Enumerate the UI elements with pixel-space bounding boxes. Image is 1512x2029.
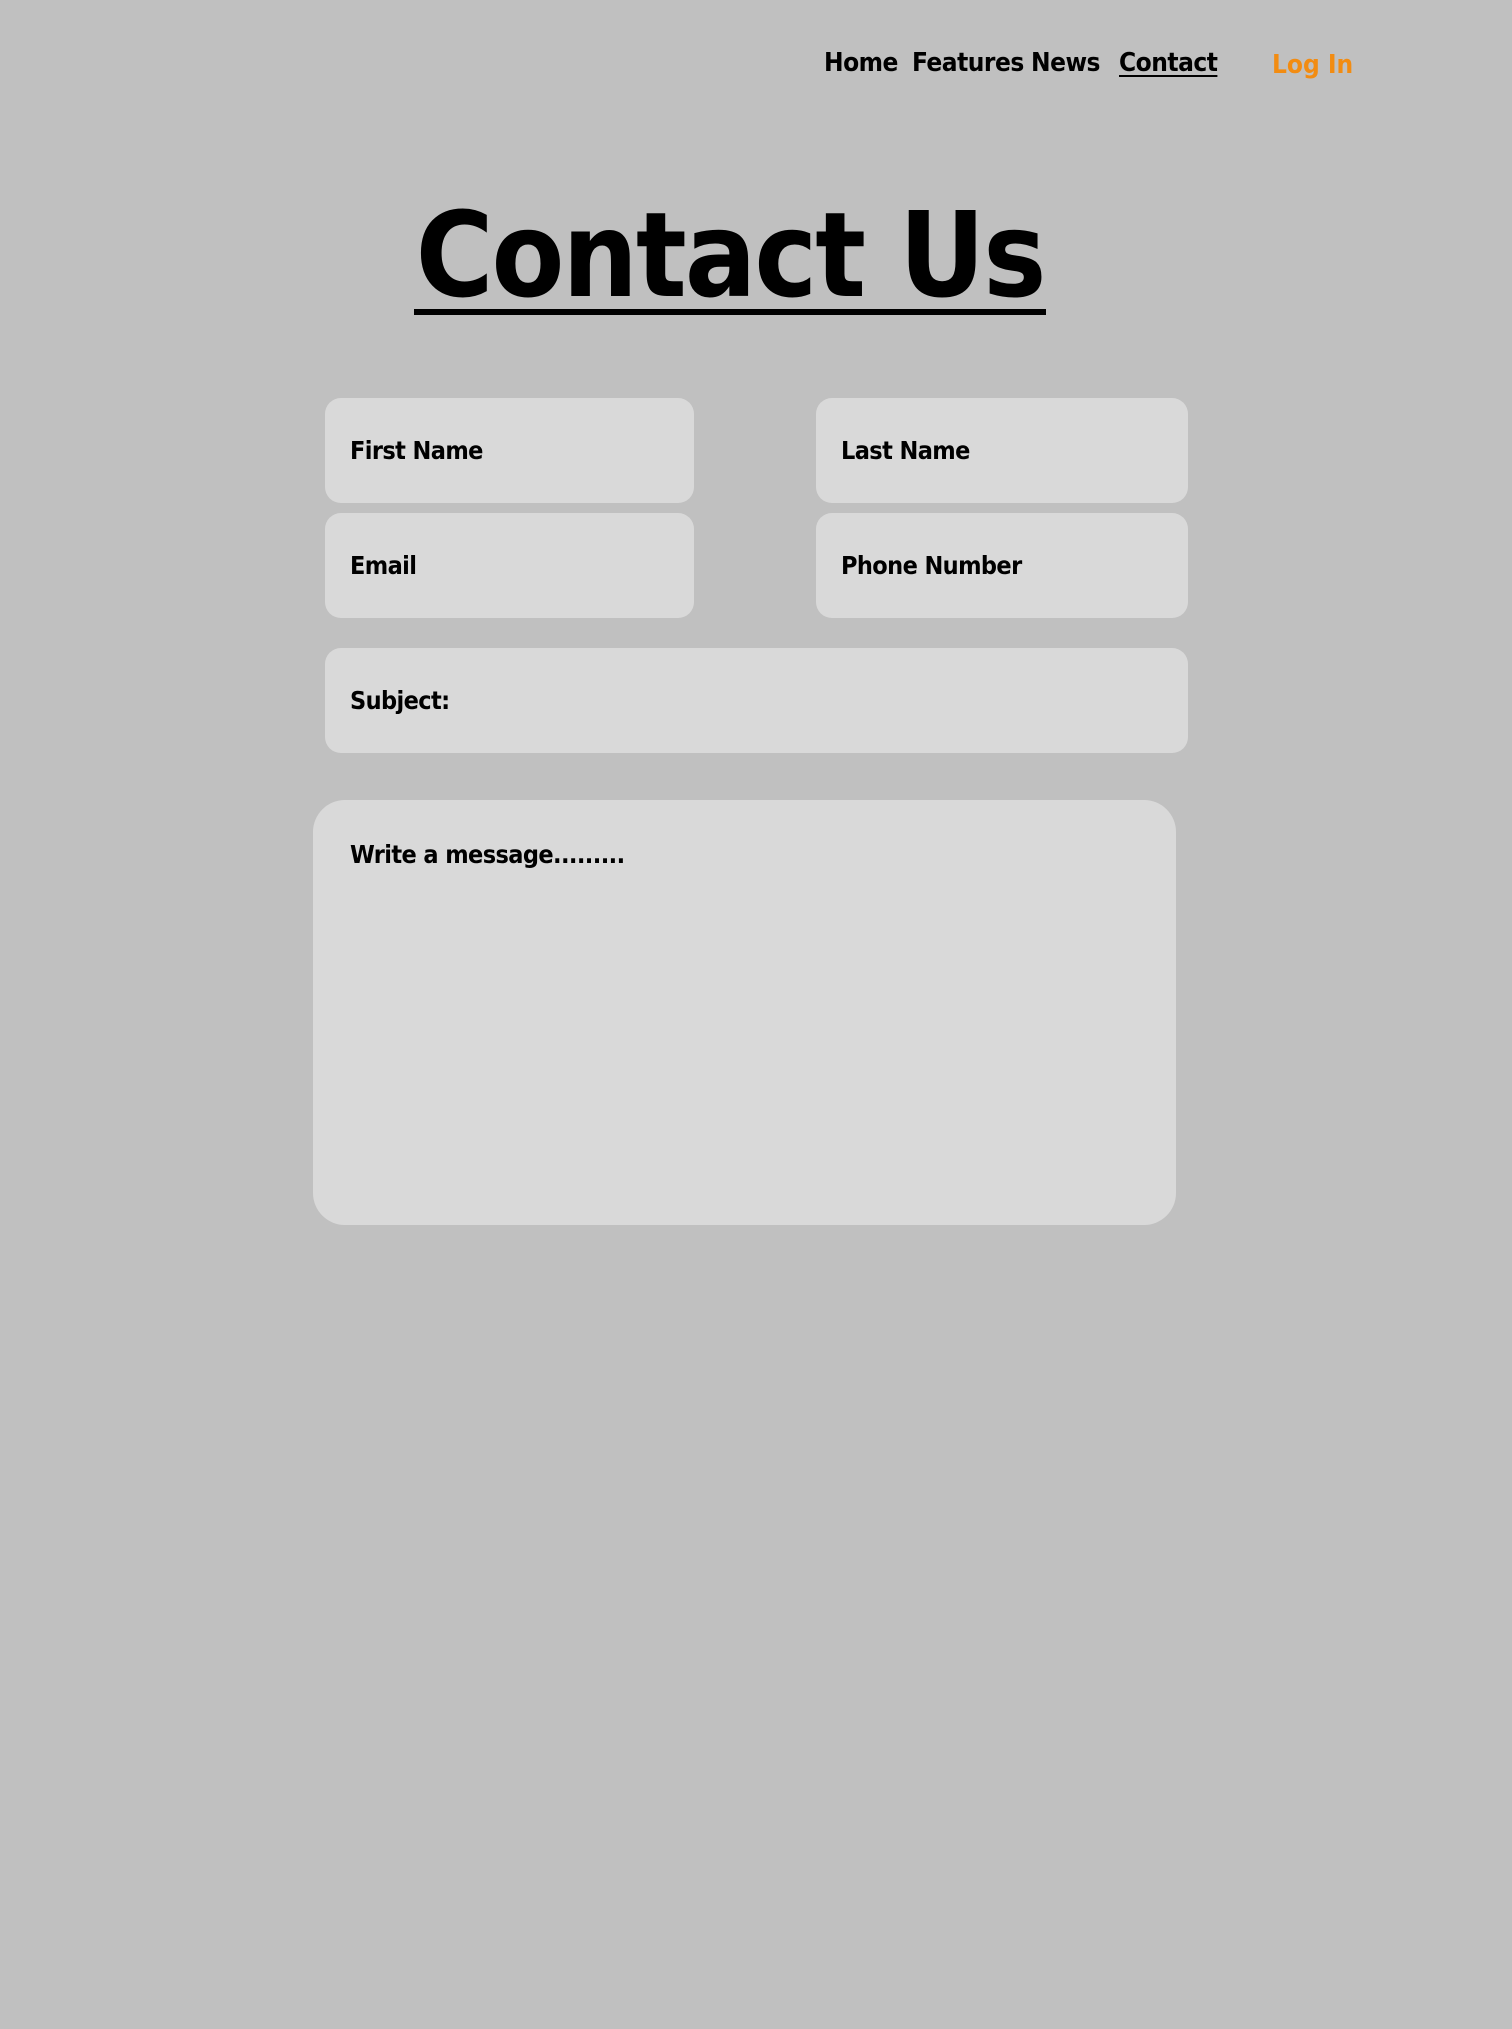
nav-home-link[interactable]: Home	[824, 48, 898, 78]
last-name-field[interactable]: Last Name	[816, 398, 1188, 503]
login-link[interactable]: Log In	[1272, 50, 1353, 80]
message-textarea[interactable]: Write a message.........	[313, 800, 1176, 1225]
email-placeholder: Email	[350, 551, 417, 580]
email-field[interactable]: Email	[325, 513, 694, 618]
nav-contact-link[interactable]: Contact	[1119, 48, 1218, 78]
top-navigation: Home Features News Contact Log In	[0, 40, 1512, 90]
phone-number-placeholder: Phone Number	[841, 551, 1022, 580]
page-title: Contact Us	[0, 190, 1460, 320]
first-name-placeholder: First Name	[350, 436, 483, 465]
subject-placeholder: Subject:	[350, 686, 450, 715]
phone-number-field[interactable]: Phone Number	[816, 513, 1188, 618]
page-title-text: Contact Us	[413, 186, 1047, 324]
subject-field[interactable]: Subject:	[325, 648, 1188, 753]
first-name-field[interactable]: First Name	[325, 398, 694, 503]
message-placeholder: Write a message.........	[350, 840, 625, 869]
nav-features-link[interactable]: Features	[912, 48, 1024, 78]
nav-news-link[interactable]: News	[1031, 48, 1100, 78]
last-name-placeholder: Last Name	[841, 436, 970, 465]
